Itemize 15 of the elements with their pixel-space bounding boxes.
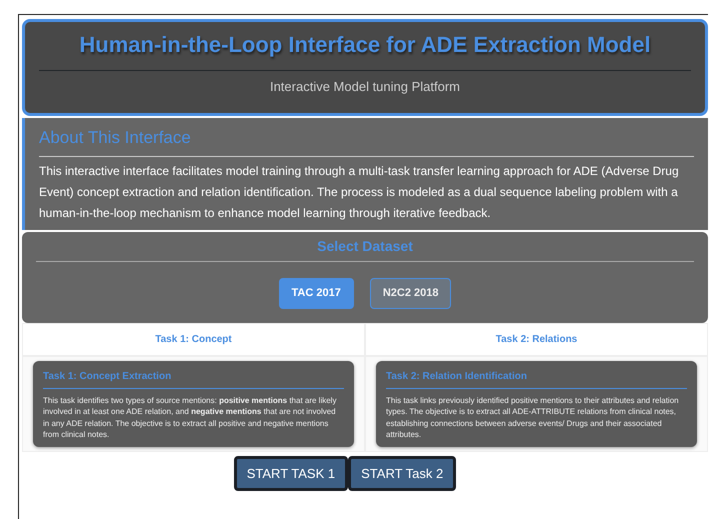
start-task-button[interactable]: START Task 2 — [348, 456, 456, 492]
page-subtitle: Interactive Model tuning Platform — [268, 78, 462, 96]
section-heading: About This Interface — [39, 128, 192, 148]
start-task-button[interactable]: START TASK 1 — [234, 456, 348, 492]
dataset-button[interactable]: TAC 2017 — [278, 278, 354, 309]
task-title: Task 1: Concept Extraction — [43, 370, 172, 384]
task-tab[interactable]: Task 1: Concept — [22, 322, 365, 356]
about-paragraph: This interactive interface facilitates model training through a multi-task transfer learning approach for ADE (Adverse Drug Event) concept extraction and relation identification. The process is modeled as a dual sequence labeling problem with a human-in-the-loop mechanism to enhance model learning through iterative feedback. — [39, 163, 680, 222]
task-title: Task 2: Relation Identification — [386, 370, 528, 384]
dataset-button[interactable]: N2C2 2018 — [370, 278, 452, 309]
task-tab[interactable]: Task 2: Relations — [365, 322, 708, 356]
section-heading: Select Dataset — [316, 238, 414, 256]
page-title: Human-in-the-Loop Interface for ADE Extraction Model — [78, 32, 652, 58]
task-description: This task identifies two types of source mentions: positive mentions that are likely involved in at least one ADE relation, and negative mentions that are not involved in any ADE relation. The objective is to extract all positive and negative mentions from clinical notes. — [43, 394, 338, 441]
task-description: This task links previously identified positive mentions to their attributes and relation types. The objective is to extract all ADE-ATTRIBUTE relations from clinical notes, establishing connections between adverse events/ Drugs and their associated attributes. — [386, 394, 680, 441]
